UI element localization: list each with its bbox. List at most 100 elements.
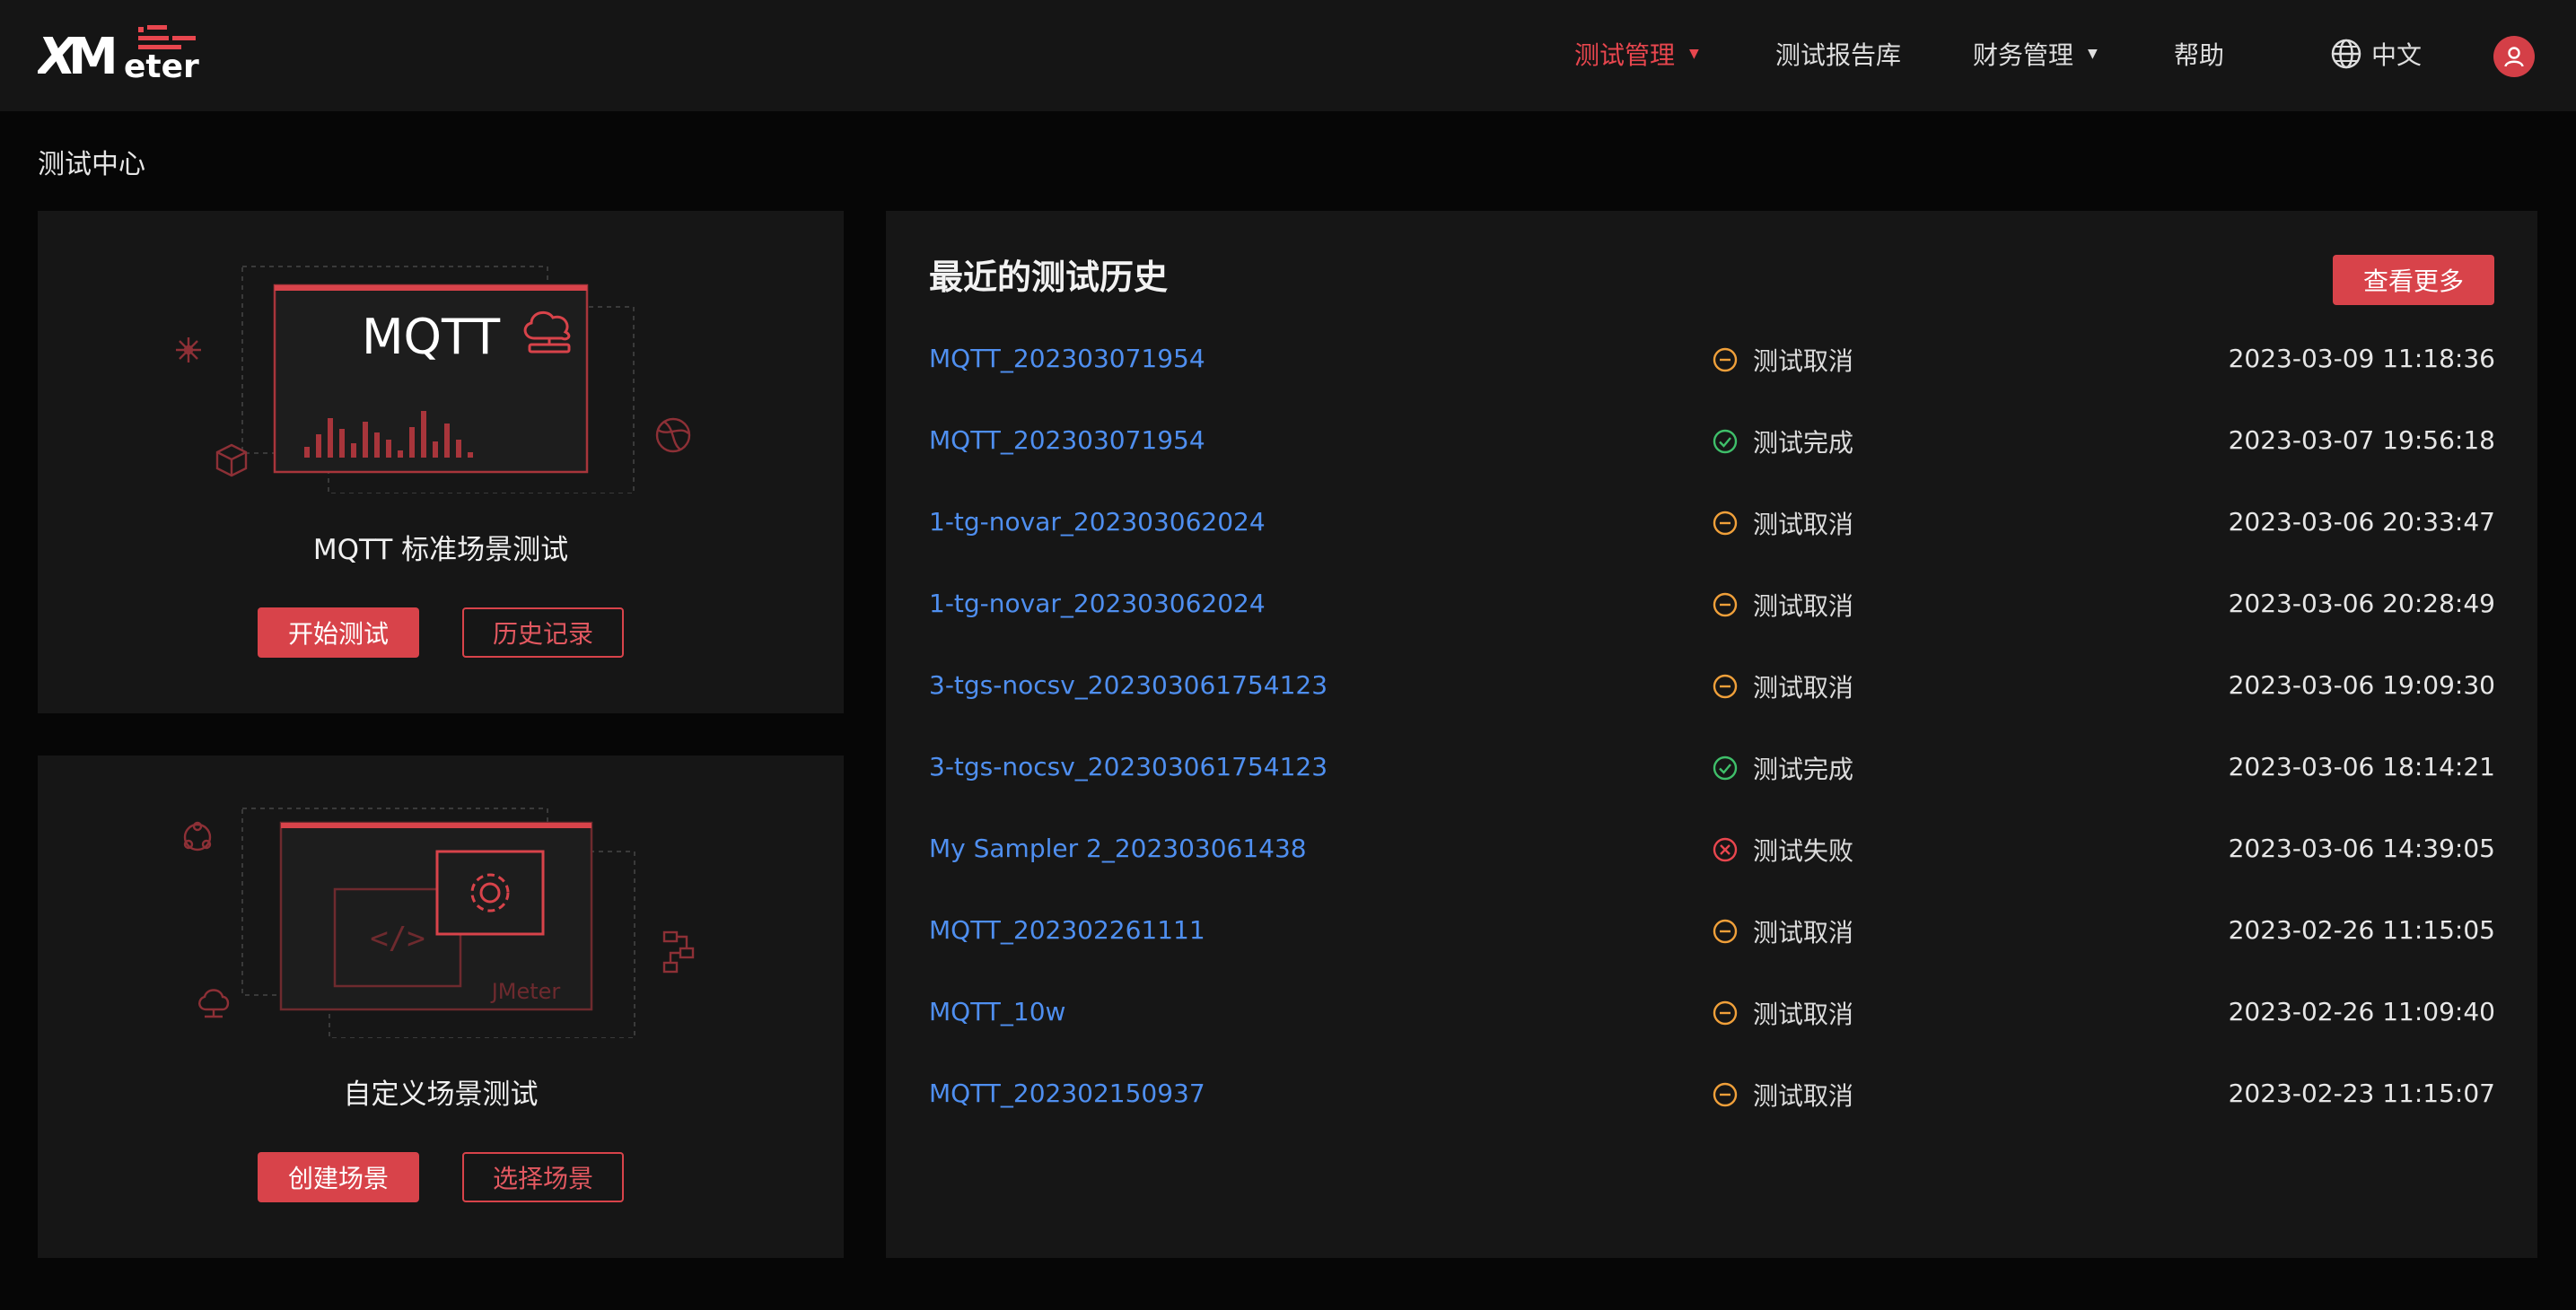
status-text: 测试取消 <box>1753 1081 1854 1111</box>
timestamp: 2023-03-06 18:14:21 <box>2228 752 2495 782</box>
nav-help-label: 帮助 <box>2174 40 2225 70</box>
test-name-link[interactable]: My Sampler 2_202303061438 <box>929 834 1307 863</box>
nav-test-management-label: 测试管理 <box>1574 40 1676 70</box>
status-badge: 测试取消 <box>1712 505 1853 541</box>
hub-icon <box>183 821 212 852</box>
test-name-link[interactable]: 3-tgs-nocsv_202303061754123 <box>929 670 1327 700</box>
timestamp: 2023-03-06 20:28:49 <box>2228 589 2495 618</box>
nav-help[interactable]: 帮助 <box>2174 36 2224 72</box>
svg-text:eter: eter <box>124 48 199 83</box>
test-name-link[interactable]: 3-tgs-nocsv_202303061754123 <box>929 752 1327 782</box>
network-node-icon <box>176 337 201 362</box>
nav-test-management[interactable]: 测试管理 ▼ <box>1574 36 1699 72</box>
create-scenario-button[interactable]: 创建场景 <box>258 1152 419 1202</box>
language-switcher[interactable]: 中文 <box>2330 36 2422 72</box>
timestamp: 2023-02-23 11:15:07 <box>2228 1079 2495 1108</box>
user-icon <box>2504 47 2524 67</box>
select-scenario-button[interactable]: 选择场景 <box>462 1152 624 1202</box>
mqtt-illustration: MQTT <box>176 266 691 493</box>
table-row[interactable]: 3-tgs-nocsv_202303061754123 测试取消 2023-03-0… <box>929 663 2495 708</box>
jmeter-illustration-text: JMeter <box>490 979 561 1004</box>
nav-finance-management-label: 财务管理 <box>1973 40 2074 70</box>
status-text: 测试完成 <box>1753 428 1854 458</box>
status-badge: 测试取消 <box>1712 1077 1853 1113</box>
minus-circle-icon <box>1712 673 1753 700</box>
timestamp: 2023-03-06 14:39:05 <box>2228 834 2495 863</box>
nav-test-report-library[interactable]: 测试报告库 <box>1775 36 1901 72</box>
status-badge: 测试失败 <box>1712 832 1853 868</box>
table-row[interactable]: MQTT_10w 测试取消 2023-02-26 11:09:40 <box>929 990 2495 1035</box>
nav-test-report-library-label: 测试报告库 <box>1775 40 1902 70</box>
code-icon: </> <box>370 921 425 956</box>
test-name-link[interactable]: MQTT_202303071954 <box>929 344 1205 373</box>
table-row[interactable]: MQTT_202303071954 测试完成 2023-03-07 19:56:18 <box>929 418 2495 463</box>
status-badge: 测试取消 <box>1712 342 1853 378</box>
mqtt-card-title: MQTT 标准场景测试 <box>312 534 569 566</box>
status-badge: 测试完成 <box>1712 424 1853 459</box>
xmeter-logo[interactable]: X M eter <box>38 23 203 83</box>
cube-icon <box>215 443 248 477</box>
minus-circle-icon <box>1712 918 1753 945</box>
test-name-link[interactable]: 1-tg-novar_202303062024 <box>929 507 1266 537</box>
minus-circle-icon <box>1712 1000 1753 1026</box>
status-badge: 测试取消 <box>1712 587 1853 623</box>
workflow-icon <box>662 930 695 974</box>
status-text: 测试取消 <box>1753 591 1854 621</box>
status-text: 测试取消 <box>1753 346 1854 376</box>
minus-circle-icon <box>1712 1081 1753 1108</box>
timestamp: 2023-02-26 11:15:05 <box>2228 915 2495 945</box>
chevron-down-icon: ▼ <box>1689 47 1699 61</box>
cloud-icon <box>198 989 230 1018</box>
test-name-link[interactable]: MQTT_202302150937 <box>929 1079 1205 1108</box>
timestamp: 2023-03-06 19:09:30 <box>2228 670 2495 700</box>
status-badge: 测试取消 <box>1712 668 1853 704</box>
jmeter-illustration: </> JMeter <box>183 808 695 1038</box>
table-row[interactable]: 1-tg-novar_202303062024 测试取消 2023-03-06 20… <box>929 581 2495 626</box>
test-name-link[interactable]: MQTT_202303071954 <box>929 425 1205 455</box>
timestamp: 2023-03-09 11:18:36 <box>2228 344 2495 373</box>
table-row[interactable]: 1-tg-novar_202303062024 测试取消 2023-03-06 20… <box>929 500 2495 545</box>
svg-text:M: M <box>68 28 118 83</box>
timestamp: 2023-03-07 19:56:18 <box>2228 425 2495 455</box>
test-name-link[interactable]: MQTT_202302261111 <box>929 915 1205 945</box>
test-name-link[interactable]: 1-tg-novar_202303062024 <box>929 589 1266 618</box>
timestamp: 2023-03-06 20:33:47 <box>2228 507 2495 537</box>
top-navigation-bar: X M eter 测试管理 ▼ 测试报告库 财务管理 ▼ 帮助 中文 <box>0 0 2576 111</box>
custom-card-title: 自定义场景测试 <box>343 1079 539 1111</box>
check-circle-icon <box>1712 755 1753 782</box>
history-records-button[interactable]: 历史记录 <box>462 607 624 658</box>
globe-icon <box>2331 39 2361 69</box>
timestamp: 2023-02-26 11:09:40 <box>2228 997 2495 1026</box>
status-text: 测试取消 <box>1753 918 1854 948</box>
x-circle-icon <box>1712 836 1753 863</box>
test-name-link[interactable]: MQTT_10w <box>929 997 1065 1026</box>
mqtt-illustration-text: MQTT <box>362 309 501 365</box>
status-text: 测试取消 <box>1753 673 1854 703</box>
minus-circle-icon <box>1712 346 1753 373</box>
status-badge: 测试完成 <box>1712 750 1853 786</box>
table-row[interactable]: MQTT_202302261111 测试取消 2023-02-26 11:15:05 <box>929 908 2495 953</box>
nav-finance-management[interactable]: 财务管理 ▼ <box>1973 36 2098 72</box>
language-label: 中文 <box>2371 40 2423 70</box>
page-title: 测试中心 <box>38 149 145 180</box>
table-row[interactable]: MQTT_202302150937 测试取消 2023-02-23 11:15:07 <box>929 1071 2495 1116</box>
status-badge: 测试取消 <box>1712 995 1853 1031</box>
status-text: 测试取消 <box>1753 510 1854 539</box>
user-avatar[interactable] <box>2493 36 2535 77</box>
view-more-button[interactable]: 查看更多 <box>2333 255 2494 305</box>
globe-network-icon <box>655 417 691 453</box>
status-text: 测试失败 <box>1753 836 1854 866</box>
chevron-down-icon: ▼ <box>2088 47 2098 61</box>
table-row[interactable]: My Sampler 2_202303061438 测试失败 2023-03-06 … <box>929 826 2495 871</box>
custom-scenario-test-card: </> JMeter 自定义场景测试 创建场景 选择场景 <box>38 755 844 1258</box>
minus-circle-icon <box>1712 591 1753 618</box>
table-row[interactable]: 3-tgs-nocsv_202303061754123 测试完成 2023-03-0… <box>929 745 2495 790</box>
minus-circle-icon <box>1712 510 1753 537</box>
start-test-button[interactable]: 开始测试 <box>258 607 419 658</box>
history-title: 最近的测试历史 <box>929 258 1169 297</box>
status-text: 测试完成 <box>1753 755 1854 784</box>
table-row[interactable]: MQTT_202303071954 测试取消 2023-03-09 11:18:36 <box>929 336 2495 381</box>
status-badge: 测试取消 <box>1712 913 1853 949</box>
check-circle-icon <box>1712 428 1753 455</box>
mqtt-standard-test-card: MQTT MQTT 标准场景测试 开始测试 历史记录 <box>38 211 844 713</box>
